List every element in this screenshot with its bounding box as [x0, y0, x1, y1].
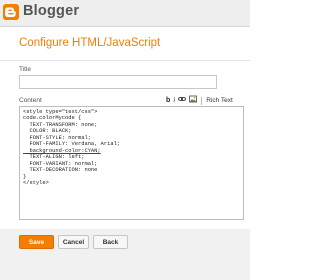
app-header: Blogger: [0, 0, 250, 27]
link-icon[interactable]: [178, 95, 187, 106]
bold-icon[interactable]: b: [166, 96, 170, 105]
page-title: Configure HTML/JavaScript: [19, 37, 161, 49]
content-textarea[interactable]: <style type="text/css"> code.colorMycode…: [19, 106, 244, 220]
cancel-button[interactable]: Cancel: [58, 235, 89, 249]
divider: [0, 60, 250, 61]
italic-icon[interactable]: i: [173, 96, 175, 105]
toolbar-separator: [201, 96, 203, 105]
back-button[interactable]: Back: [93, 235, 128, 249]
code-line: </style>: [23, 179, 49, 186]
content-label: Content: [19, 97, 42, 104]
editor-toolbar: b i Rich Text: [166, 95, 236, 106]
brand-name[interactable]: Blogger: [23, 3, 79, 19]
title-label: Title: [19, 66, 32, 73]
save-button[interactable]: Save: [19, 235, 54, 249]
blogger-logo-icon[interactable]: [3, 4, 19, 20]
title-input[interactable]: [19, 75, 217, 89]
image-icon[interactable]: [189, 95, 198, 106]
rich-text-toggle[interactable]: Rich Text: [206, 96, 233, 105]
